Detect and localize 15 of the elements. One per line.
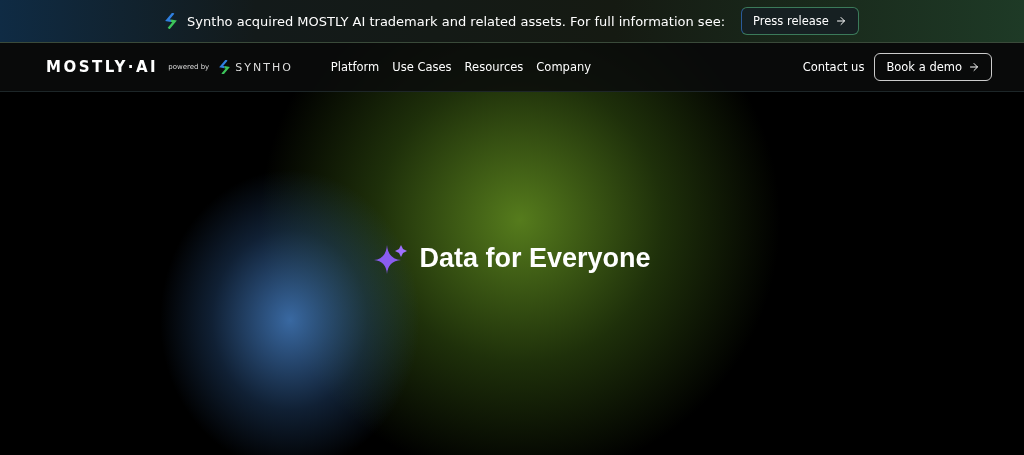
contact-link[interactable]: Contact us <box>802 60 865 74</box>
partner-logo[interactable]: SYNTHO <box>235 60 293 74</box>
nav-link[interactable]: Platform <box>330 60 380 74</box>
nav-link[interactable]: Use Cases <box>392 60 452 74</box>
nav-link[interactable]: Resources <box>464 60 524 74</box>
chevron-logo-icon <box>165 13 178 29</box>
nav-link[interactable]: Company <box>536 60 592 74</box>
book-demo-button[interactable]: Book a demo <box>874 53 992 81</box>
arrow-right-icon <box>834 15 847 27</box>
chevron-logo-icon <box>219 59 231 75</box>
hero-title: Data for Everyone <box>419 243 651 274</box>
press-release-button[interactable]: Press release <box>741 7 859 35</box>
arrow-right-icon <box>968 61 980 73</box>
logo[interactable]: MOSTLY·AI <box>46 58 159 76</box>
announcement-text: Syntho acquired MOSTLY AI trademark and related assets. For full information see: <box>187 13 726 29</box>
